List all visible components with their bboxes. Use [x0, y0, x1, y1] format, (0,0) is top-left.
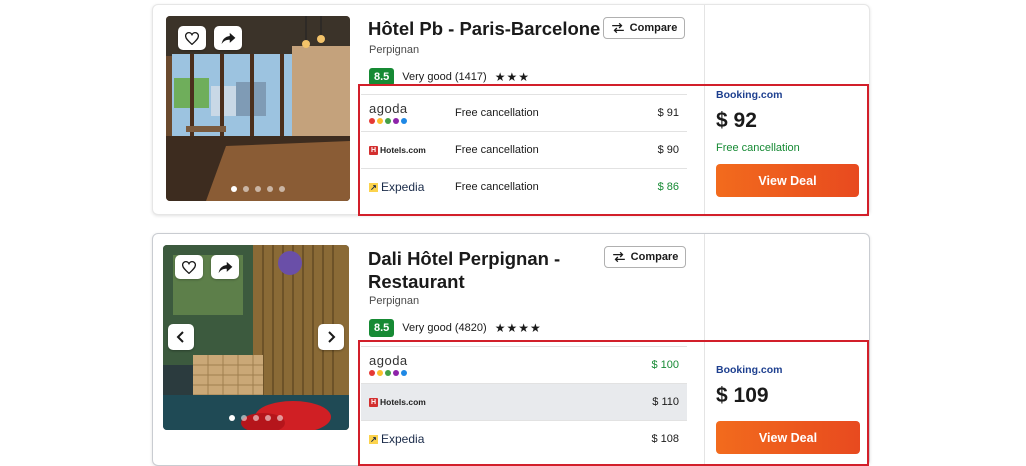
compare-label: Compare [629, 22, 678, 34]
deal-price: $ 92 [716, 109, 757, 132]
offers-list: agoda Free cancellation $ 91 H Hotels.com… [361, 94, 687, 205]
share-icon [218, 261, 232, 273]
photo-carousel-dots [163, 415, 349, 421]
expedia-logo: ↗ Expedia [361, 180, 449, 194]
rating-row: 8.5 Very good (1417) ★★★ [369, 68, 530, 86]
offer-cancellation: Free cancellation [455, 144, 539, 156]
hotel-city: Perpignan [369, 295, 420, 307]
offer-row-hotels[interactable]: H Hotels.com $ 110 [361, 383, 687, 420]
rating-text: Very good (4820) [402, 322, 487, 334]
best-deal: Booking.com $ 92 Free cancellation View … [716, 89, 859, 197]
hotel-photo[interactable] [166, 16, 350, 201]
view-deal-button[interactable]: View Deal [716, 164, 859, 197]
carousel-dot[interactable] [241, 415, 247, 421]
chevron-left-icon [176, 331, 184, 343]
provider-name: Hotels.com [380, 145, 426, 155]
view-deal-button[interactable]: View Deal [716, 421, 860, 454]
share-icon [221, 32, 235, 44]
provider-name: agoda [369, 100, 408, 116]
share-button[interactable] [214, 26, 242, 50]
compare-icon [611, 22, 624, 34]
offer-row-agoda[interactable]: agoda $ 100 [361, 346, 687, 383]
compare-button[interactable]: Compare [603, 17, 685, 39]
offer-row-expedia[interactable]: ↗ Expedia Free cancellation $ 86 [361, 168, 687, 205]
chevron-right-icon [328, 331, 336, 343]
share-button[interactable] [211, 255, 239, 279]
hotel-title[interactable]: Hôtel Pb - Paris-Barcelone [368, 17, 608, 40]
rating-text: Very good (1417) [402, 71, 487, 83]
offer-price: $ 100 [651, 359, 679, 371]
hotels-logo: H Hotels.com [361, 145, 449, 155]
offer-price: $ 91 [657, 107, 679, 119]
hotel-city: Perpignan [369, 44, 420, 56]
deal-provider: Booking.com [716, 89, 783, 101]
score-badge: 8.5 [369, 68, 395, 86]
column-divider [704, 234, 705, 465]
compare-icon [612, 251, 625, 263]
carousel-dot[interactable] [265, 415, 271, 421]
agoda-logo: agoda [361, 100, 449, 124]
star-rating: ★★★ [494, 70, 530, 84]
hotels-logo: H Hotels.com [361, 397, 449, 407]
provider-name: agoda [369, 352, 408, 368]
hotel-title[interactable]: Dali Hôtel Perpignan - Restaurant [368, 247, 588, 293]
carousel-dot[interactable] [243, 186, 249, 192]
offer-price: $ 90 [657, 144, 679, 156]
favorite-button[interactable] [178, 26, 206, 50]
offer-price: $ 86 [657, 181, 679, 193]
heart-icon [185, 31, 199, 45]
expedia-arrow-icon: ↗ [369, 434, 378, 444]
provider-name: Expedia [381, 432, 425, 446]
provider-name: Expedia [381, 180, 425, 194]
offers-list: agoda $ 100 H Hotels.com $ 110 ↗ Expedia $… [361, 346, 687, 457]
star-rating: ★★★★ [494, 321, 542, 335]
hotels-h-icon: H [369, 397, 378, 407]
carousel-dot[interactable] [255, 186, 261, 192]
offer-cancellation: Free cancellation [455, 107, 539, 119]
carousel-dot[interactable] [267, 186, 273, 192]
previous-photo-button[interactable] [168, 324, 194, 350]
compare-label: Compare [630, 251, 679, 263]
offer-price: $ 108 [651, 433, 679, 445]
compare-button[interactable]: Compare [604, 246, 686, 268]
photo-carousel-dots [166, 186, 350, 192]
offer-cancellation: Free cancellation [455, 181, 539, 193]
provider-name: Hotels.com [380, 397, 426, 407]
agoda-dots-icon [369, 369, 408, 376]
expedia-logo: ↗ Expedia [361, 432, 449, 446]
deal-provider: Booking.com [716, 364, 783, 376]
carousel-dot[interactable] [279, 186, 285, 192]
carousel-dot[interactable] [229, 415, 235, 421]
best-deal: Booking.com $ 109 View Deal [716, 364, 860, 454]
offer-row-agoda[interactable]: agoda Free cancellation $ 91 [361, 94, 687, 131]
carousel-dot[interactable] [231, 186, 237, 192]
offer-row-hotels[interactable]: H Hotels.com Free cancellation $ 90 [361, 131, 687, 168]
carousel-dot[interactable] [277, 415, 283, 421]
agoda-logo: agoda [361, 352, 449, 376]
score-badge: 8.5 [369, 319, 395, 337]
next-photo-button[interactable] [318, 324, 344, 350]
heart-icon [182, 260, 196, 274]
expedia-arrow-icon: ↗ [369, 182, 378, 192]
offer-row-expedia[interactable]: ↗ Expedia $ 108 [361, 420, 687, 457]
carousel-dot[interactable] [253, 415, 259, 421]
deal-cancellation: Free cancellation [716, 142, 800, 154]
rating-row: 8.5 Very good (4820) ★★★★ [369, 319, 542, 337]
favorite-button[interactable] [175, 255, 203, 279]
offer-price: $ 110 [652, 396, 679, 408]
hotel-card: Dali Hôtel Perpignan - Restaurant Compar… [152, 233, 870, 466]
agoda-dots-icon [369, 117, 408, 124]
deal-price: $ 109 [716, 384, 769, 407]
hotel-card: Hôtel Pb - Paris-Barcelone Compare Perpi… [152, 4, 870, 215]
hotel-photo[interactable] [163, 245, 349, 430]
hotels-h-icon: H [369, 145, 378, 155]
column-divider [704, 5, 705, 214]
